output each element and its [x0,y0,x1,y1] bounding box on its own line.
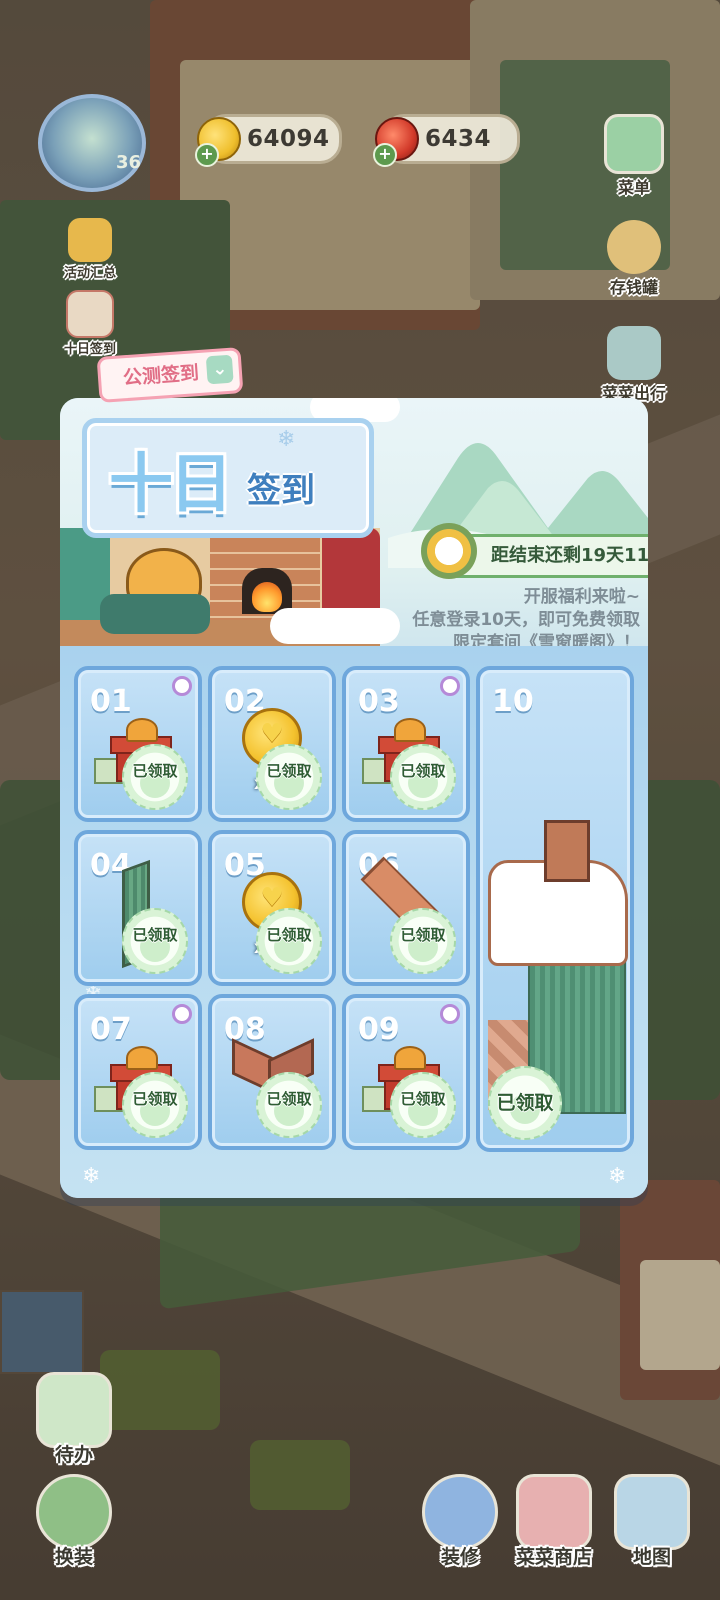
claimed-stamp: 已领取 [122,1072,188,1138]
shop-button[interactable]: 菜菜商店 [506,1474,602,1569]
decorate-icon [422,1474,498,1550]
dress-up-label: 换装 [54,1546,93,1568]
preview-magnifier-icon[interactable] [440,676,460,696]
day-cell-03[interactable]: 03 已领取 [342,666,470,822]
title-checkin: 签到 [247,471,315,511]
checkin-popup: 十日 签到 ❄ 距结束还剩19天11时 开服福利来啦~ 任意登录10天，即可免费… [58,347,652,1206]
day-number: 01 [90,684,132,719]
travel-icon [607,326,661,380]
ten-day-checkin-button[interactable]: 十日签到 [50,290,130,357]
todo-label: 待办 [54,1444,93,1466]
preview-magnifier-icon[interactable] [172,1004,192,1024]
decorate-button[interactable]: 装修 [418,1474,502,1569]
day-cell-01[interactable]: 01 已领取 [74,666,202,822]
tag-label: 公测签到 [122,362,200,390]
snowflake-icon: ❄ [608,1164,627,1189]
claimed-stamp: 已领取 [122,744,188,810]
claimed-stamp: 已领取 [256,908,322,974]
title-board: 十日 签到 ❄ [82,418,374,538]
countdown-text: 距结束还剩19天11时 [491,545,648,566]
day-number: 03 [358,684,400,719]
event-summary-label: 活动汇总 [63,266,116,281]
map-icon [614,1474,690,1550]
add-veggies-icon[interactable]: + [373,143,397,167]
todo-list-icon [36,1372,112,1448]
scarf-icon [100,594,210,634]
coin-amount: 64094 [247,126,330,152]
shop-icon [516,1474,592,1550]
menu-button[interactable]: 菜单 [594,114,674,198]
preview-magnifier-icon[interactable] [440,1004,460,1024]
day-cell-07[interactable]: 07 已领取 [74,994,202,1150]
day-cell-05[interactable]: 05 x3 已领取 [208,830,336,986]
day-cell-06[interactable]: 06 已领取 [342,830,470,986]
menu-icon [604,114,664,174]
map-button[interactable]: 地图 [610,1474,694,1569]
coin-counter[interactable]: + 64094 [195,114,342,167]
claimed-stamp: 已领取 [122,908,188,974]
intro-line-1: 开服福利来啦~ [523,587,640,607]
event-intro: 开服福利来啦~ 任意登录10天，即可免费领取 限定套间《雪窗暖阁》！ [340,586,640,655]
add-coins-icon[interactable]: + [195,143,219,167]
event-summary-button[interactable]: 活动汇总 [50,218,130,281]
day-cell-08[interactable]: 08 已领取 [208,994,336,1150]
menu-label: 菜单 [617,178,650,197]
todo-button[interactable]: 待办 [32,1372,116,1467]
preview-magnifier-icon[interactable] [172,676,192,696]
ten-day-checkin-label: 十日签到 [63,342,116,357]
claimed-stamp: 已领取 [390,744,456,810]
day-number: 08 [224,1012,266,1047]
snowflake-icon: ❄ [277,427,296,452]
decorate-label: 装修 [440,1546,479,1568]
player-level: 36 [116,152,142,173]
piggy-bank-button[interactable]: 存钱罐 [594,220,674,298]
countdown-timer: 距结束还剩19天11时 [421,523,648,579]
chevron-down-icon: ⌄ [205,354,234,385]
player-avatar[interactable]: 36 [30,90,160,192]
day-number: 10 [492,684,534,719]
piggy-bank-label: 存钱罐 [609,278,658,297]
day-cell-02[interactable]: 02 x1 已领取 [208,666,336,822]
day-number: 09 [358,1012,400,1047]
avatar-portrait [38,94,146,192]
intro-line-2: 任意登录10天，即可免费领取 [412,610,640,630]
day-cell-04[interactable]: 04 已领取 [74,830,202,986]
dress-up-icon [36,1474,112,1550]
clock-icon [421,523,477,579]
snow-window-room-icon [488,820,628,1114]
travel-button[interactable]: 菜菜出行 [594,326,674,404]
claimed-stamp: 已领取 [488,1066,562,1140]
claimed-stamp: 已领取 [256,1072,322,1138]
claimed-stamp: 已领取 [390,1072,456,1138]
day-cell-09[interactable]: 09 已领取 [342,994,470,1150]
dress-up-button[interactable]: 换装 [32,1474,116,1569]
snowflake-icon: ❄ [82,1164,101,1189]
fireplace-icon [242,568,292,614]
day-cell-10[interactable]: 10 已领取 [476,666,634,1152]
event-summary-icon [68,218,112,262]
claimed-stamp: 已领取 [256,744,322,810]
checkin-panel: 十日 签到 ❄ 距结束还剩19天11时 开服福利来啦~ 任意登录10天，即可免费… [60,398,648,1198]
veggie-amount: 6434 [425,126,492,152]
title-ten-days: 十日 [109,448,233,522]
shop-label: 菜菜商店 [515,1546,592,1568]
header-scene: 十日 签到 ❄ 距结束还剩19天11时 开服福利来啦~ 任意登录10天，即可免费… [60,398,648,653]
piggy-bank-icon [607,220,661,274]
claimed-stamp: 已领取 [390,908,456,974]
map-label: 地图 [632,1546,671,1568]
veggie-counter[interactable]: + 6434 [373,114,520,167]
ten-day-checkin-icon [66,290,114,338]
day-number: 07 [90,1012,132,1047]
